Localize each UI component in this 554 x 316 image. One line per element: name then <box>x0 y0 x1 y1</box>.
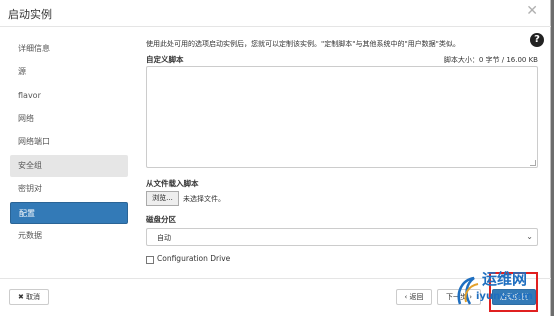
disk-partition-value: 自动 <box>157 234 171 242</box>
sidebar-item-network-ports[interactable]: 网络端口 <box>10 131 128 153</box>
sidebar-item-source[interactable]: 源 <box>10 61 128 83</box>
watermark-logo: 运维网 iyunv.com <box>452 268 552 314</box>
dialog-header: 启动实例 ✕ <box>0 0 551 27</box>
load-script-label: 从文件载入脚本 <box>146 179 199 188</box>
disk-partition-label: 磁盘分区 <box>146 215 176 224</box>
chevron-down-icon: ⌄ <box>526 232 533 241</box>
disk-partition-select[interactable]: 自动 ⌄ <box>146 228 538 246</box>
script-size-counter: 脚本大小：0 字节 / 16.00 KB <box>443 56 538 64</box>
custom-script-label: 自定义脚本 <box>146 55 184 64</box>
sidebar-item-metadata[interactable]: 元数据 <box>10 225 128 247</box>
config-drive-label: Configuration Drive <box>157 254 231 263</box>
watermark-line1: 运维网 <box>482 270 528 288</box>
close-icon[interactable]: ✕ <box>526 3 538 19</box>
help-icon[interactable]: ? <box>530 33 544 47</box>
resize-handle-icon[interactable] <box>530 160 536 166</box>
browse-file-button[interactable]: 浏览... <box>146 191 179 206</box>
sidebar-item-key-pair[interactable]: 密钥对 <box>10 178 128 200</box>
sidebar-item-configuration[interactable]: 配置 <box>10 202 128 224</box>
no-file-selected-text: 未选择文件。 <box>183 195 225 203</box>
back-button[interactable]: ‹ 返回 <box>396 289 432 305</box>
sidebar-item-flavor[interactable]: flavor <box>10 85 128 107</box>
dialog-title: 启动实例 <box>8 8 52 21</box>
custom-script-textarea[interactable] <box>146 66 538 168</box>
configuration-description: 使用此处可用的选项启动实例后，您就可以定制该实例。"定制脚本"与其他系统中的"用… <box>146 40 460 48</box>
watermark-line2: iyunv.com <box>476 291 533 302</box>
cancel-button[interactable]: ✖ 取消 <box>9 289 49 305</box>
sidebar-item-security-groups[interactable]: 安全组 <box>10 155 128 177</box>
sidebar-item-network[interactable]: 网络 <box>10 108 128 130</box>
sidebar-item-details[interactable]: 详细信息 <box>10 38 128 60</box>
config-drive-checkbox[interactable] <box>146 256 154 264</box>
